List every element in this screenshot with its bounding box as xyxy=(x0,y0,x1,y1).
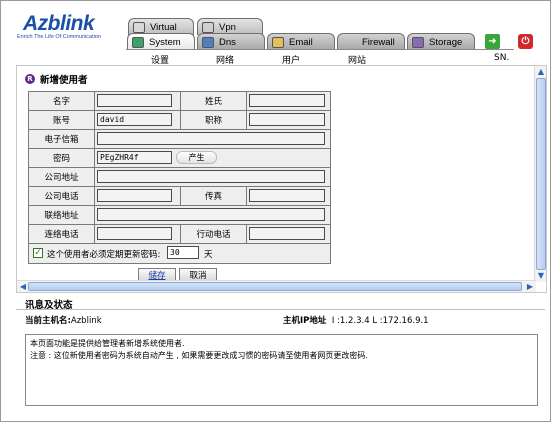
mobile-input[interactable] xyxy=(249,227,325,240)
generate-password-button[interactable]: 产生 xyxy=(176,151,217,164)
message-box: 本页面功能是提供给管理者新增系统使用者. 注意 : 这位新使用者密码为系统自动产… xyxy=(25,334,538,406)
surname-cell xyxy=(247,92,331,110)
vertical-scroll-thumb[interactable] xyxy=(536,78,546,270)
surname-input[interactable] xyxy=(249,94,325,107)
scroll-down-icon[interactable]: ▼ xyxy=(536,271,546,281)
form-row-company-phone: 公司电话 传真 xyxy=(29,187,330,206)
vpn-icon xyxy=(202,21,214,33)
email-cell xyxy=(95,130,331,148)
horizontal-scroll-thumb[interactable] xyxy=(28,282,522,291)
tab-label: Storage xyxy=(429,36,463,48)
contact-address-label: 联络地址 xyxy=(29,206,95,224)
title-label: 职称 xyxy=(181,111,247,129)
tab-system[interactable]: System xyxy=(127,33,195,50)
contact-phone-input[interactable] xyxy=(97,227,172,240)
dns-icon xyxy=(202,36,214,48)
section-icon: R xyxy=(25,74,35,84)
forward-arrow-icon[interactable]: ➜ xyxy=(485,34,500,49)
tab-label: Dns xyxy=(219,36,236,48)
fax-label: 传真 xyxy=(181,187,247,205)
password-label: 密码 xyxy=(29,149,95,167)
vertical-scrollbar[interactable]: ▲ ▼ xyxy=(534,66,546,282)
section-title: 新增使用者 xyxy=(40,75,88,86)
scroll-up-icon[interactable]: ▲ xyxy=(536,67,546,77)
contact-phone-cell xyxy=(95,225,181,243)
form-row-password-expiry: ✓ 这个使用者必须定期更新密码: 30 天 xyxy=(29,244,330,263)
company-address-input[interactable] xyxy=(97,170,325,183)
password-cell: PEgZHR4f 产生 xyxy=(95,149,331,167)
app-window: Azblink Enrich The Life Of Communication… xyxy=(0,0,551,422)
message-line: 注意 : 这位新使用者密码为系统自动产生 , 如果需要更改成习惯的密码请至使用者… xyxy=(30,351,368,360)
ip-value: I :1.2.3.4 L :172.16.9.1 xyxy=(331,316,429,326)
password-input[interactable]: PEgZHR4f xyxy=(97,151,172,164)
email-input[interactable] xyxy=(97,132,325,145)
tab-email[interactable]: Email xyxy=(267,33,335,50)
email-label: 电子信箱 xyxy=(29,130,95,148)
surname-label: 姓氏 xyxy=(181,92,247,110)
mobile-label: 行动电话 xyxy=(181,225,247,243)
form-row-contact-phone: 连络电话 行动电话 xyxy=(29,225,330,244)
tab-label: Email xyxy=(289,36,313,48)
form-row-name: 名字 姓氏 xyxy=(29,92,330,111)
tab-label: Vpn xyxy=(219,21,236,33)
company-phone-cell xyxy=(95,187,181,205)
password-expiry-unit: 天 xyxy=(204,250,213,260)
account-label: 账号 xyxy=(29,111,95,129)
tab-storage[interactable]: Storage xyxy=(407,33,475,50)
company-phone-label: 公司电话 xyxy=(29,187,95,205)
tab-dns[interactable]: Dns xyxy=(197,33,265,50)
submenu-sn[interactable]: SN. xyxy=(494,53,509,63)
power-icon[interactable]: ⏻ xyxy=(518,34,533,49)
fax-cell xyxy=(247,187,331,205)
account-input[interactable]: david xyxy=(97,113,172,126)
mobile-cell xyxy=(247,225,331,243)
form-row-company-address: 公司地址 xyxy=(29,168,330,187)
tab-label: Firewall xyxy=(362,36,395,48)
account-cell: david xyxy=(95,111,181,129)
host-info: 当前主机名:Azblink xyxy=(25,314,102,326)
brand-tagline: Enrich The Life Of Communication xyxy=(17,34,101,40)
storage-icon xyxy=(412,36,424,48)
password-expiry-days-input[interactable]: 30 xyxy=(167,246,199,259)
form-row-password: 密码 PEgZHR4f 产生 xyxy=(29,149,330,168)
status-divider xyxy=(16,309,545,310)
name-label: 名字 xyxy=(29,92,95,110)
section-header: R 新增使用者 xyxy=(25,72,88,86)
fax-input[interactable] xyxy=(249,189,325,202)
form-row-account: 账号 david 职称 xyxy=(29,111,330,130)
ip-info: 主机IP地址 I :1.2.3.4 L :172.16.9.1 xyxy=(283,314,429,326)
password-expiry-checkbox[interactable]: ✓ xyxy=(33,248,43,258)
company-phone-input[interactable] xyxy=(97,189,172,202)
system-icon xyxy=(132,36,144,48)
name-input[interactable] xyxy=(97,94,172,107)
tab-firewall[interactable]: Firewall xyxy=(337,33,405,50)
name-cell xyxy=(95,92,181,110)
contact-phone-label: 连络电话 xyxy=(29,225,95,243)
ip-label: 主机IP地址 xyxy=(283,316,327,326)
message-line: 本页面功能是提供给管理者新增系统使用者. xyxy=(30,339,185,348)
form-row-email: 电子信箱 xyxy=(29,130,330,149)
tab-label: System xyxy=(149,36,181,48)
scroll-right-icon[interactable]: ▶ xyxy=(525,282,535,292)
company-address-cell xyxy=(95,168,331,186)
content-panel: R 新增使用者 名字 姓氏 账号 david 职称 电子信箱 密码 PEgZHR… xyxy=(16,65,547,293)
host-value: Azblink xyxy=(70,316,102,326)
email-icon xyxy=(272,36,284,48)
tab-baseline xyxy=(126,49,514,50)
brand-logo: Azblink Enrich The Life Of Communication xyxy=(17,12,123,42)
password-expiry-label: 这个使用者必须定期更新密码: xyxy=(47,250,161,260)
title-input[interactable] xyxy=(249,113,325,126)
tab-label: Virtual xyxy=(150,21,177,33)
add-user-form: 名字 姓氏 账号 david 职称 电子信箱 密码 PEgZHR4f 产生 公司… xyxy=(28,91,331,264)
company-address-label: 公司地址 xyxy=(29,168,95,186)
horizontal-scrollbar[interactable]: ◀ ▶ xyxy=(17,280,536,292)
virtual-icon xyxy=(133,21,145,33)
form-row-contact-address: 联络地址 xyxy=(29,206,330,225)
contact-address-cell xyxy=(95,206,331,224)
host-label: 当前主机名: xyxy=(25,316,71,326)
title-cell xyxy=(247,111,331,129)
brand-name: Azblink xyxy=(23,12,95,35)
scroll-left-icon[interactable]: ◀ xyxy=(18,282,28,292)
contact-address-input[interactable] xyxy=(97,208,325,221)
